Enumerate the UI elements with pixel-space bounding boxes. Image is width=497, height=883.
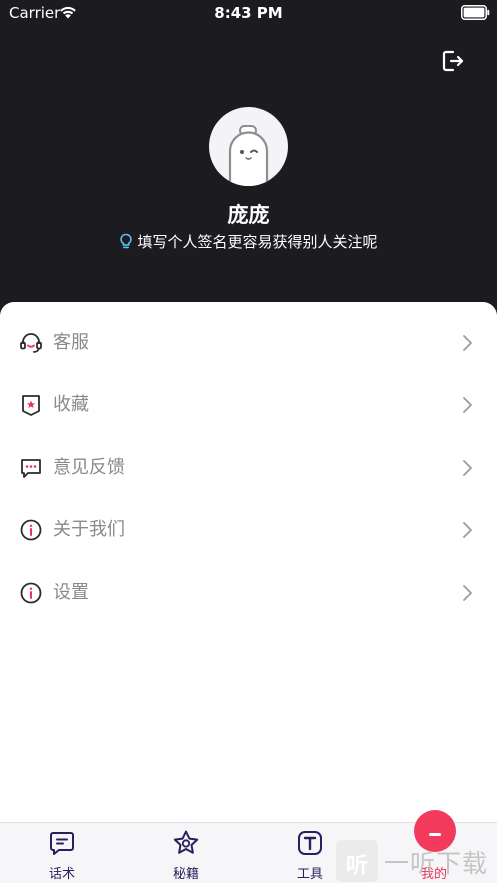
chat-bubble-icon: [21, 459, 41, 478]
menu-item-favorites[interactable]: 收藏: [0, 375, 497, 435]
clock: 8:43 PM: [214, 4, 283, 22]
chevron-right-icon: [463, 397, 472, 413]
chevron-right-icon: [463, 335, 472, 351]
watermark: 听 一听下载: [336, 838, 497, 883]
menu-sheet: 客服 收藏 意见反馈 关于我们 设置: [0, 302, 497, 883]
info-icon: [20, 519, 42, 541]
status-bar: Carrier 8:43 PM: [0, 0, 497, 26]
menu-label: 客服: [53, 332, 89, 353]
info-icon: [20, 582, 42, 604]
menu-item-settings[interactable]: 设置: [0, 563, 497, 623]
tab-label: 话术: [48, 867, 75, 882]
fab-mouth: [429, 833, 441, 836]
profile-name: 庞庞: [227, 203, 270, 227]
message-icon: [50, 832, 74, 855]
logout-button[interactable]: [440, 48, 466, 74]
menu-label: 关于我们: [53, 519, 125, 540]
watermark-text: 一听下载: [384, 849, 489, 878]
lightbulb-icon: [120, 233, 133, 249]
watermark-badge: 听: [336, 840, 378, 882]
menu-label: 收藏: [53, 394, 89, 415]
tab-scripts[interactable]: 话术: [22, 823, 102, 883]
menu-item-customer-service[interactable]: 客服: [0, 313, 497, 373]
chevron-right-icon: [463, 585, 472, 601]
menu-label: 意见反馈: [53, 457, 125, 478]
menu-item-feedback[interactable]: 意见反馈: [0, 438, 497, 498]
chevron-right-icon: [463, 460, 472, 476]
text-tool-icon: [298, 831, 322, 855]
menu-item-about-us[interactable]: 关于我们: [0, 500, 497, 560]
avatar[interactable]: [209, 107, 288, 186]
headset-icon: [20, 333, 42, 353]
signature-text: 填写个人签名更容易获得别人关注呢: [137, 233, 378, 251]
battery-icon: [461, 5, 490, 20]
chevron-right-icon: [463, 522, 472, 538]
watermark-badge-text: 听: [345, 854, 368, 879]
star-icon: [173, 830, 199, 854]
menu-label: 设置: [53, 582, 89, 603]
profile-signature[interactable]: 填写个人签名更容易获得别人关注呢: [0, 231, 497, 252]
tab-tips[interactable]: 秘籍: [146, 823, 226, 883]
tab-label: 秘籍: [172, 867, 199, 882]
bookmark-star-icon: [22, 395, 40, 416]
ghost-avatar-icon: [228, 125, 269, 186]
